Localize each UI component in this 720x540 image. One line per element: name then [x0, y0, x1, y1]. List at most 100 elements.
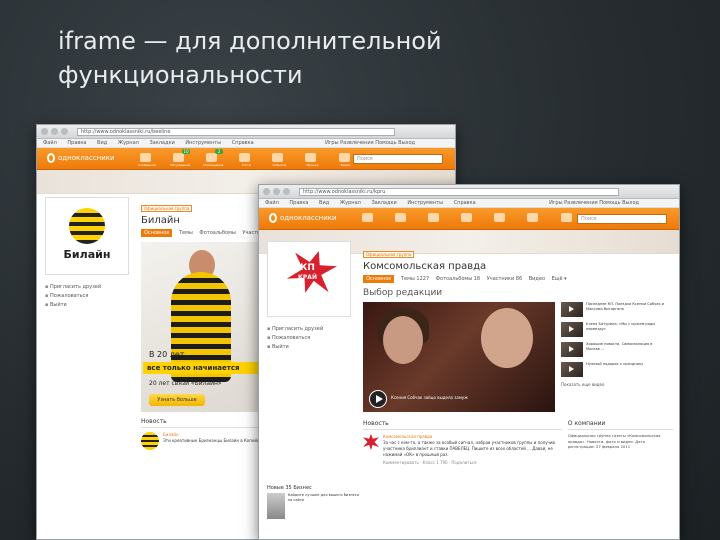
video-list-item[interactable]: Хорошие новости. Самоизоляция в Москве .…: [561, 342, 667, 357]
site-links[interactable]: Игры Развлечения Помощь Выход: [549, 199, 639, 207]
invite-link[interactable]: Пригласить друзей: [267, 325, 351, 334]
nav-label: Музыка: [306, 163, 319, 167]
music-icon[interactable]: [524, 211, 542, 227]
events-icon[interactable]: События: [269, 151, 287, 167]
menu-item[interactable]: Закладки: [149, 140, 174, 146]
invite-link[interactable]: Пригласить друзей: [45, 283, 131, 292]
alert-icon[interactable]: [425, 211, 443, 227]
site-logo[interactable]: одноклассники: [269, 213, 337, 223]
reload-button[interactable]: [61, 128, 68, 135]
tab-main[interactable]: Основное: [363, 275, 395, 283]
news-text: За час с кем-то, а также за особый сигна…: [383, 440, 555, 457]
video-list-item[interactable]: Последнее КП. Поездка Ксении Собчак и Ма…: [561, 302, 667, 317]
site-logo-text: одноклассники: [280, 214, 337, 222]
events-icon[interactable]: [491, 211, 509, 227]
mail-icon[interactable]: Сообщения: [137, 151, 156, 167]
slide-title-line1: iframe — для дополнительной: [58, 27, 442, 55]
menu-item[interactable]: Справка: [232, 140, 254, 146]
featured-video-block: Ксения Собчак зайцо выдела замуж Последн…: [363, 302, 673, 412]
video-list-item[interactable]: Нужный подарок к празднику: [561, 362, 667, 377]
leave-link[interactable]: Выйти: [267, 343, 351, 352]
discussion-icon[interactable]: [392, 211, 410, 227]
menu-item[interactable]: Вид: [97, 140, 107, 146]
menu-item[interactable]: Журнал: [340, 200, 361, 206]
video-icon[interactable]: [558, 211, 576, 227]
news-heading: Новость: [363, 420, 562, 430]
forward-button[interactable]: [273, 188, 280, 195]
tab-photos[interactable]: Фотоальбомы 18: [436, 276, 480, 282]
menu-item[interactable]: Файл: [265, 200, 279, 206]
news-actions[interactable]: Комментировать · Класс 1 790 · Поделитьс…: [383, 460, 562, 466]
video-list-item[interactable]: Елена Батурина: «Мы с мужем рады переезд…: [561, 322, 667, 337]
editors-choice-heading: Выбор редакции: [363, 288, 443, 298]
ad-item[interactable]: Найдите лучшее для вашего бизнеса на сай…: [267, 493, 359, 519]
discussion-icon[interactable]: 10 Обсуждения: [170, 149, 191, 167]
group-avatar[interactable]: Билайн: [45, 197, 129, 275]
report-link[interactable]: Пожаловаться: [45, 292, 131, 301]
menu-item[interactable]: Инструменты: [407, 200, 443, 206]
tab-members[interactable]: Участники 86: [487, 276, 522, 282]
news-avatar[interactable]: [363, 434, 379, 450]
video-icon[interactable]: Видео: [336, 151, 354, 167]
play-icon[interactable]: [369, 390, 387, 408]
tab-topics[interactable]: Темы 1227: [401, 276, 429, 282]
guests-icon[interactable]: Гости: [236, 151, 254, 167]
brand-name: Билайн: [63, 248, 111, 261]
search-input[interactable]: Поиск: [577, 214, 667, 224]
ok-logo-icon: [47, 153, 55, 163]
ad-label: Новые 35 Бизнес: [267, 485, 312, 491]
video-title: Елена Батурина: «Мы с мужем рады переезд…: [586, 322, 656, 331]
count-badge: 2: [215, 149, 224, 154]
nav-label: События: [272, 163, 287, 167]
kp-logo-text: КП КРАЙ: [298, 264, 317, 282]
back-button[interactable]: [263, 188, 270, 195]
video-person-2: [481, 308, 533, 368]
leave-link[interactable]: Выйти: [45, 301, 131, 310]
site-logo[interactable]: одноклассники: [47, 153, 115, 163]
news-avatar[interactable]: [141, 432, 159, 450]
nav-label: Оповещения: [203, 163, 224, 167]
back-button[interactable]: [41, 128, 48, 135]
group-avatar[interactable]: КП КРАЙ: [267, 241, 351, 317]
news-block: Новость Комсомольская правда За час с ке…: [363, 420, 562, 466]
tab-more[interactable]: Ещё ▾: [552, 276, 567, 282]
report-link[interactable]: Пожаловаться: [267, 334, 351, 343]
forward-button[interactable]: [51, 128, 58, 135]
kp-logo-text-1: КП: [300, 263, 315, 273]
menu-item[interactable]: Правка: [67, 140, 86, 146]
address-bar[interactable]: http://www.odnoklassniki.ru/kpru: [299, 188, 619, 196]
more-videos-link[interactable]: Показать еще видео: [561, 382, 667, 387]
menu-item[interactable]: Правка: [289, 200, 308, 206]
alert-icon[interactable]: 2 Оповещения: [203, 149, 224, 167]
menu-item[interactable]: Вид: [319, 200, 329, 206]
browser-chrome: http://www.odnoklassniki.ru/beeline: [37, 125, 455, 139]
menu-item[interactable]: Справка: [454, 200, 476, 206]
menu-item[interactable]: Файл: [43, 140, 57, 146]
top-nav-icons: Сообщения 10 Обсуждения 2 Оповещения Гости…: [137, 149, 364, 171]
video-title: Последнее КП. Поездка Ксении Собчак и Ма…: [586, 302, 665, 311]
side-links: Пригласить друзей Пожаловаться Выйти: [45, 283, 131, 310]
tab-topics[interactable]: Темы: [179, 230, 193, 236]
ad-image: [267, 493, 285, 519]
search-input[interactable]: Поиск: [353, 154, 443, 164]
menu-item[interactable]: Закладки: [371, 200, 396, 206]
guests-icon[interactable]: [458, 211, 476, 227]
reload-button[interactable]: [283, 188, 290, 195]
learn-more-button[interactable]: Узнать больше: [149, 394, 205, 406]
address-bar[interactable]: http://www.odnoklassniki.ru/beeline: [77, 128, 395, 136]
promo-line3: 20 лет связи «Билайн»: [149, 380, 222, 387]
menu-item[interactable]: Журнал: [118, 140, 139, 146]
menu-item[interactable]: Инструменты: [185, 140, 221, 146]
official-tag: Официальная группа: [141, 205, 193, 212]
ok-logo-icon: [269, 213, 277, 223]
tab-video[interactable]: Видео: [529, 276, 545, 282]
featured-video[interactable]: Ксения Собчак зайцо выдела замуж: [363, 302, 555, 412]
site-links[interactable]: Игры Развлечения Помощь Выход: [325, 139, 415, 147]
beeline-logo-icon: [69, 208, 105, 244]
tab-photos[interactable]: Фотоальбомы: [199, 230, 235, 236]
browser-window-kp: http://www.odnoklassniki.ru/kpru Файл Пр…: [258, 184, 680, 540]
mail-icon[interactable]: [359, 211, 377, 227]
nav-label: Сообщения: [137, 163, 156, 167]
tab-main[interactable]: Основное: [141, 229, 173, 237]
music-icon[interactable]: Музыка: [302, 151, 320, 167]
